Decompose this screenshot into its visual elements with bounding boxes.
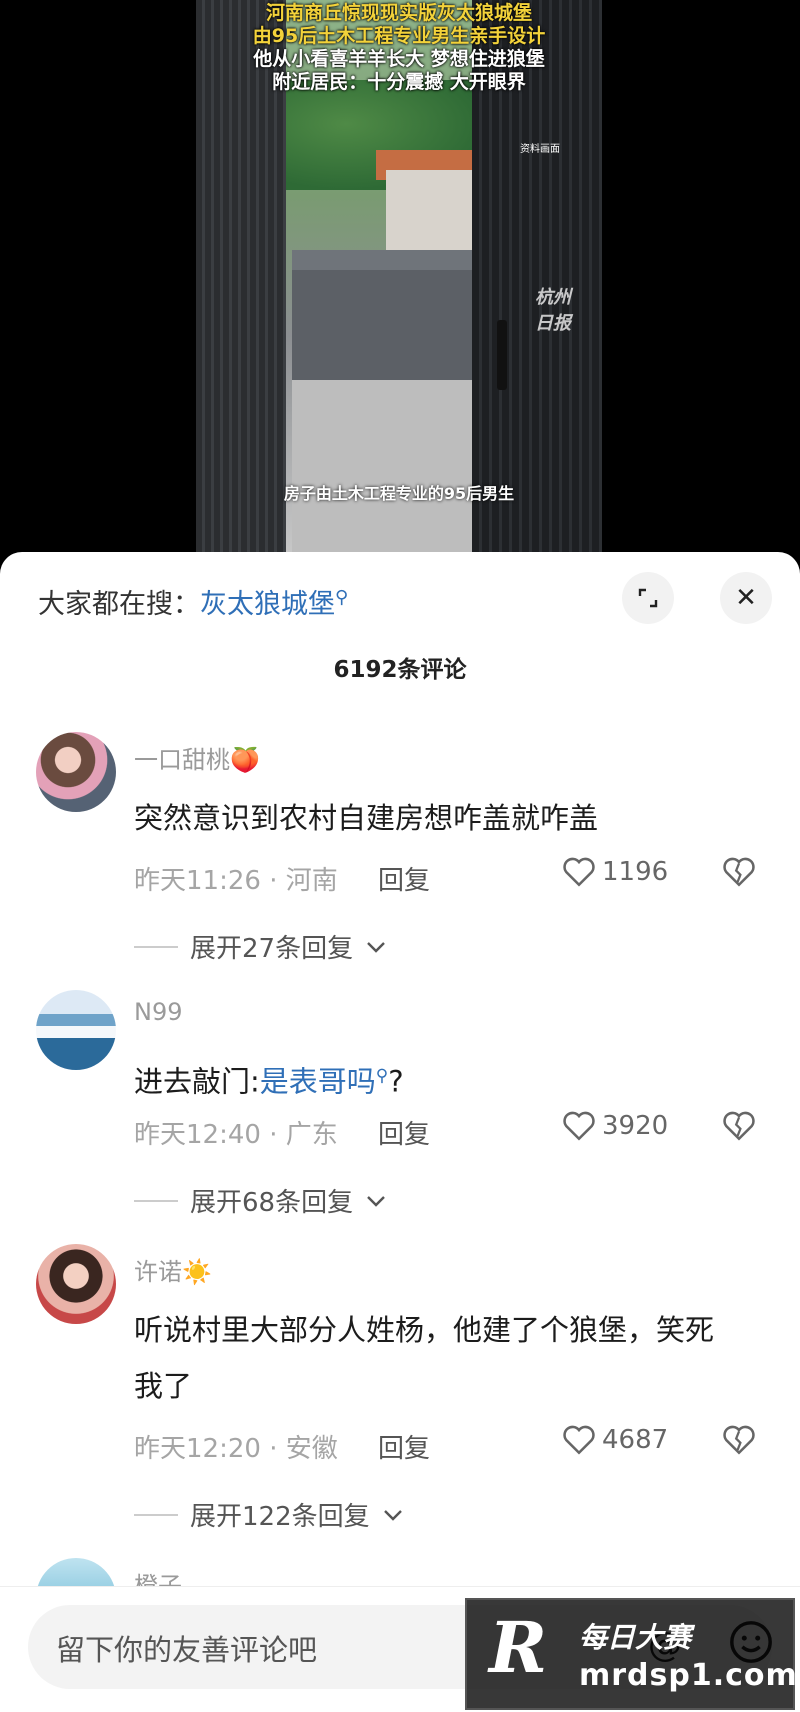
caption-line-3: 他从小看喜羊羊长大 梦想住进狼堡: [253, 48, 545, 70]
expand-sheet-button[interactable]: [622, 572, 674, 624]
close-icon: ✕: [735, 583, 757, 613]
caption-line-4: 附近居民：十分震撼 大开眼界: [272, 71, 526, 93]
expand-replies-label: 展开68条回复: [190, 1188, 354, 1218]
video-player[interactable]: 河南商丘惊现现实版灰太狼城堡 由95后土木工程专业男生亲手设计 他从小看喜羊羊长…: [0, 0, 800, 560]
trending-search-prefix: 大家都在搜：: [38, 589, 200, 620]
broken-heart-icon: [723, 857, 755, 887]
comment-username[interactable]: N99: [134, 998, 183, 1026]
comment-text[interactable]: 听说村里大部分人姓杨，他建了个狼堡，笑死我了: [134, 1302, 734, 1414]
logo-line-2: mrdsp1.com: [579, 1658, 798, 1693]
expand-replies[interactable]: 展开27条回复: [134, 928, 387, 965]
heart-icon: [563, 1425, 595, 1455]
comment-text-prefix: 进去敲门:: [134, 1064, 260, 1099]
comment-count: 6192条评论: [333, 657, 467, 683]
site-watermark-logo: R 每日大赛 mrdsp1.com: [465, 1598, 798, 1710]
video-floor: [292, 380, 502, 560]
reply-button[interactable]: 回复: [378, 1114, 430, 1151]
avatar[interactable]: [36, 1244, 116, 1324]
trending-search-keyword[interactable]: 灰太狼城堡: [200, 589, 335, 620]
video-house: [386, 170, 486, 250]
like-count: 3920: [602, 1111, 669, 1141]
heart-icon: [563, 857, 595, 887]
logo-letter: R: [489, 1606, 548, 1689]
expand-replies[interactable]: 展开122条回复: [134, 1496, 404, 1533]
dislike-button[interactable]: [722, 1110, 756, 1146]
chevron-down-icon: [383, 1509, 402, 1521]
comment-text-suffix: ?: [388, 1064, 404, 1099]
watermark-line-2: 日报: [535, 313, 571, 334]
dislike-button[interactable]: [722, 856, 756, 892]
comment-text[interactable]: 进去敲门:是表哥吗⚲?: [134, 1048, 774, 1110]
watermark-line-1: 杭州: [535, 287, 571, 308]
video-wall-top: [292, 250, 482, 270]
avatar[interactable]: [36, 732, 116, 812]
divider: [134, 1513, 178, 1516]
divider: [134, 1199, 178, 1202]
logo-line-1: 每日大赛: [579, 1621, 692, 1654]
close-button[interactable]: ✕: [720, 572, 772, 624]
comment-username[interactable]: 一口甜桃🍑: [134, 740, 260, 775]
comment-time-location: 昨天11:26 · 河南: [134, 866, 338, 896]
video-subtitle: 房子由土木工程专业的95后男生: [283, 484, 515, 503]
caption-line-1: 河南商丘惊现现实版灰太狼城堡: [265, 2, 532, 24]
expand-icon: [638, 588, 658, 608]
expand-replies-label: 展开27条回复: [190, 934, 354, 964]
source-tag: 资料画面: [520, 144, 560, 155]
expand-replies[interactable]: 展开68条回复: [134, 1182, 387, 1219]
heart-icon: [563, 1111, 595, 1141]
door-handle: [497, 320, 507, 390]
caption-line-2: 由95后土木工程专业男生亲手设计: [252, 25, 546, 47]
search-icon: ⚲: [375, 1066, 389, 1086]
comment-username[interactable]: 许诺☀️: [134, 1252, 212, 1287]
dislike-button[interactable]: [722, 1424, 756, 1460]
like-button[interactable]: 4687: [562, 1424, 668, 1456]
like-count: 1196: [602, 857, 669, 887]
chevron-down-icon: [367, 941, 385, 953]
broken-heart-icon: [723, 1425, 755, 1455]
chevron-down-icon: [367, 1195, 385, 1207]
comment-time-location: 昨天12:20 · 安徽: [134, 1434, 338, 1464]
comment-search-link[interactable]: 是表哥吗: [260, 1065, 376, 1099]
publisher-watermark: 杭州 日报: [535, 285, 571, 337]
like-button[interactable]: 1196: [562, 856, 668, 888]
expand-replies-label: 展开122条回复: [190, 1502, 370, 1532]
search-icon[interactable]: ⚲: [335, 587, 348, 608]
comment-text[interactable]: 突然意识到农村自建房想咋盖就咋盖: [134, 790, 774, 846]
avatar[interactable]: [36, 990, 116, 1070]
broken-heart-icon: [723, 1111, 755, 1141]
comment-sheet: 大家都在搜：灰太狼城堡⚲ ✕ 6192条评论 一口甜桃🍑 突然意识到农村自建房想…: [0, 552, 800, 1712]
divider: [134, 945, 178, 948]
video-caption: 河南商丘惊现现实版灰太狼城堡 由95后土木工程专业男生亲手设计 他从小看喜羊羊长…: [196, 2, 602, 94]
comment-input-placeholder: 留下你的友善评论吧: [56, 1633, 318, 1667]
reply-button[interactable]: 回复: [378, 860, 430, 897]
like-count: 4687: [602, 1425, 669, 1455]
comment-time-location: 昨天12:40 · 广东: [134, 1120, 338, 1150]
reply-button[interactable]: 回复: [378, 1428, 430, 1465]
trending-search: 大家都在搜：灰太狼城堡⚲: [38, 582, 348, 621]
like-button[interactable]: 3920: [562, 1110, 668, 1142]
